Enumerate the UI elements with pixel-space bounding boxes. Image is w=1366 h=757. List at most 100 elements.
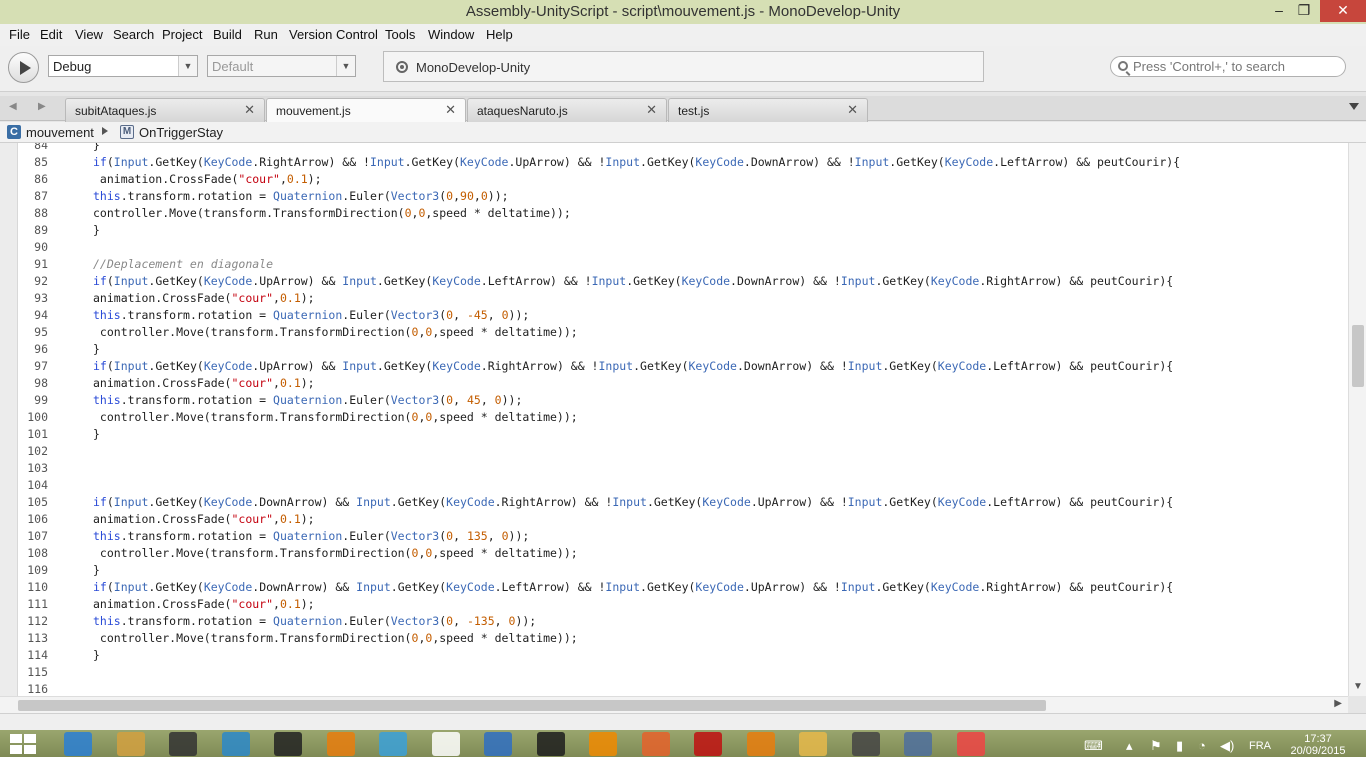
code-line[interactable]: 88 controller.Move(transform.TransformDir… [20, 205, 571, 222]
tab-test[interactable]: test.js ✕ [668, 98, 868, 122]
code-line[interactable]: 86 animation.CrossFade("cour",0.1); [20, 171, 321, 188]
code-line[interactable]: 107 this.transform.rotation = Quaternion.… [20, 528, 529, 545]
store-icon[interactable] [379, 732, 407, 756]
menu-build[interactable]: Build [213, 27, 242, 42]
code-line[interactable]: 97 if(Input.GetKey(KeyCode.UpArrow) && In… [20, 358, 1173, 375]
horizontal-scrollbar[interactable]: ▶ [0, 696, 1348, 713]
network-icon[interactable]: ⚑ [1150, 738, 1162, 754]
tab-list-dropdown-icon[interactable] [1349, 103, 1359, 110]
code-line[interactable]: 116 [20, 681, 93, 696]
code-line[interactable]: 114} [20, 647, 100, 664]
vertical-scroll-thumb[interactable] [1352, 325, 1364, 387]
home-icon[interactable] [432, 732, 460, 756]
search-input[interactable]: Press 'Control+,' to search [1110, 56, 1346, 77]
menu-project[interactable]: Project [162, 27, 202, 42]
code-line[interactable]: 106 animation.CrossFade("cour",0.1); [20, 511, 314, 528]
close-icon[interactable]: ✕ [646, 102, 657, 118]
code-line[interactable]: 99 this.transform.rotation = Quaternion.E… [20, 392, 522, 409]
code-line[interactable]: 105 if(Input.GetKey(KeyCode.DownArrow) &&… [20, 494, 1173, 511]
code-line[interactable]: 95 controller.Move(transform.TransformDi… [20, 324, 578, 341]
maximize-button[interactable]: ❐ [1289, 0, 1319, 22]
volume-icon[interactable]: ◀) [1220, 738, 1234, 754]
vertical-scrollbar[interactable]: ▼ [1348, 143, 1366, 696]
code-line[interactable]: 94 this.transform.rotation = Quaternion.E… [20, 307, 529, 324]
code-line[interactable]: 108 controller.Move(transform.TransformD… [20, 545, 578, 562]
code-line[interactable]: 87 this.transform.rotation = Quaternion.E… [20, 188, 508, 205]
editor-gutter[interactable] [0, 143, 18, 696]
firefox-icon[interactable] [642, 732, 670, 756]
code-line[interactable]: 89} [20, 222, 100, 239]
code-line[interactable]: 109} [20, 562, 100, 579]
code-line[interactable]: 112 this.transform.rotation = Quaternion.… [20, 613, 536, 630]
code-line[interactable]: 91 //Deplacement en diagonale [20, 256, 273, 273]
touch-app-icon[interactable] [222, 732, 250, 756]
code-line[interactable]: 111 animation.CrossFade("cour",0.1); [20, 596, 314, 613]
tab-mouvement[interactable]: mouvement.js ✕ [266, 98, 466, 123]
record-icon[interactable] [694, 732, 722, 756]
wifi-icon[interactable]: ◔ [1198, 738, 1206, 753]
breadcrumb-method[interactable]: OnTriggerStay [139, 125, 223, 140]
keyboard-icon[interactable]: ⌨ [1084, 738, 1103, 754]
tab-subitataques[interactable]: subitAtaques.js ✕ [65, 98, 265, 122]
horizontal-scroll-thumb[interactable] [18, 700, 1046, 711]
blender-icon-2[interactable] [747, 732, 775, 756]
code-line[interactable]: 110 if(Input.GetKey(KeyCode.DownArrow) &&… [20, 579, 1173, 596]
clock[interactable]: 17:37 20/09/2015 [1288, 733, 1348, 757]
media-player-icon[interactable] [117, 732, 145, 756]
code-line[interactable]: 90 [20, 239, 93, 256]
windows-start-icon[interactable] [10, 734, 38, 756]
code-line[interactable]: 100 controller.Move(transform.TransformD… [20, 409, 578, 426]
battery-icon[interactable]: ▮ [1176, 738, 1183, 754]
menu-window[interactable]: Window [428, 27, 474, 42]
internet-explorer-icon[interactable] [64, 732, 92, 756]
code-line[interactable]: 85 if(Input.GetKey(KeyCode.RightArrow) &&… [20, 154, 1180, 171]
code-line[interactable]: 103 [20, 460, 93, 477]
monodevelop-icon[interactable] [904, 732, 932, 756]
close-button[interactable]: ✕ [1320, 0, 1366, 22]
code-line[interactable]: 102 [20, 443, 93, 460]
vlc-icon[interactable] [589, 732, 617, 756]
breadcrumb-class[interactable]: mouvement [26, 125, 94, 140]
code-line[interactable]: 84} [20, 143, 100, 154]
target-select[interactable]: Default ▼ [207, 55, 356, 77]
menu-view[interactable]: View [75, 27, 103, 42]
configuration-select[interactable]: Debug ▼ [48, 55, 198, 77]
unity-icon[interactable] [852, 732, 880, 756]
menu-run[interactable]: Run [254, 27, 278, 42]
clock-time: 17:37 [1304, 733, 1332, 745]
tab-ataquesnaruto[interactable]: ataquesNaruto.js ✕ [467, 98, 667, 122]
code-line[interactable]: 115 [20, 664, 93, 681]
language-indicator[interactable]: FRA [1249, 740, 1271, 752]
file-explorer-icon[interactable] [799, 732, 827, 756]
code-editor[interactable]: 84} 85 if(Input.GetKey(KeyCode.RightArrow)… [0, 143, 1366, 696]
tab-scroll-right-icon[interactable]: ▶ [38, 101, 46, 112]
scroll-right-icon[interactable]: ▶ [1334, 698, 1342, 709]
h-app-icon[interactable] [537, 732, 565, 756]
amazon-icon[interactable] [274, 732, 302, 756]
code-line[interactable]: 104 [20, 477, 93, 494]
tray-expand-icon[interactable]: ▴ [1126, 738, 1133, 754]
close-icon[interactable]: ✕ [847, 102, 858, 118]
code-line[interactable]: 113 controller.Move(transform.TransformD… [20, 630, 578, 647]
menu-edit[interactable]: Edit [40, 27, 62, 42]
run-button[interactable] [8, 52, 39, 83]
menu-version-control[interactable]: Version Control [289, 27, 378, 42]
menu-tools[interactable]: Tools [385, 27, 415, 42]
chevron-down-icon[interactable]: ▼ [178, 56, 197, 76]
speaker-app-icon[interactable] [169, 732, 197, 756]
close-icon[interactable]: ✕ [244, 102, 255, 118]
menu-file[interactable]: File [9, 27, 30, 42]
code-line[interactable]: 96} [20, 341, 100, 358]
scroll-down-icon[interactable]: ▼ [1353, 681, 1363, 692]
code-line[interactable]: 101} [20, 426, 100, 443]
code-line[interactable]: 98 animation.CrossFade("cour",0.1); [20, 375, 314, 392]
ball-app-icon[interactable] [957, 732, 985, 756]
close-icon[interactable]: ✕ [445, 102, 456, 118]
tab-scroll-left-icon[interactable]: ◀ [9, 101, 17, 112]
menu-search[interactable]: Search [113, 27, 154, 42]
blender-icon[interactable] [327, 732, 355, 756]
code-line[interactable]: 93 animation.CrossFade("cour",0.1); [20, 290, 314, 307]
safari-icon[interactable] [484, 732, 512, 756]
code-line[interactable]: 92 if(Input.GetKey(KeyCode.UpArrow) && In… [20, 273, 1173, 290]
menu-help[interactable]: Help [486, 27, 513, 42]
